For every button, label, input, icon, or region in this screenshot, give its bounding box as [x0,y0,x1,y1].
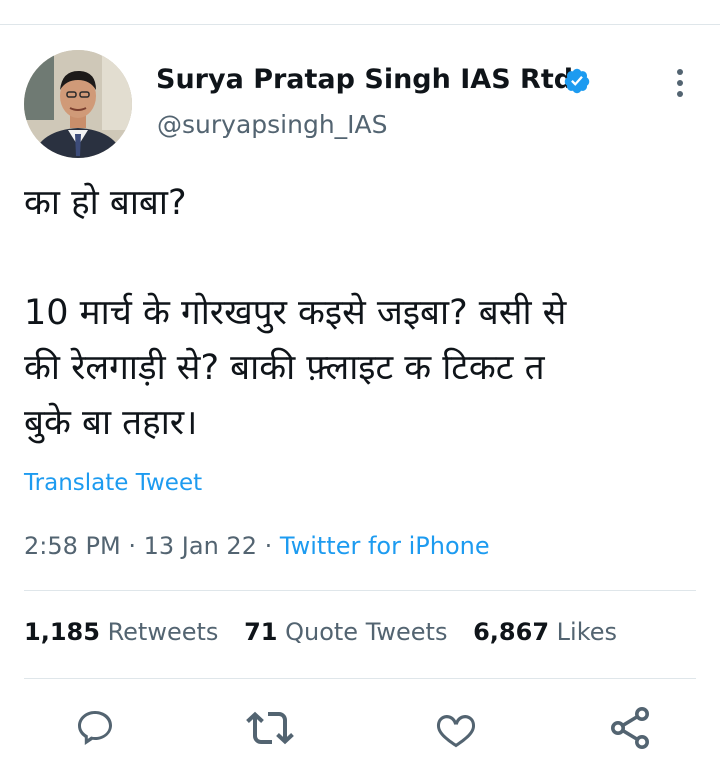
retweets-label: Retweets [107,618,219,646]
meta-separator: · [264,532,273,560]
tweet-text: का हो बाबा? 10 मार्च के गोरखपुर कइसे जइब… [24,176,704,451]
share-icon[interactable] [606,704,654,752]
reply-icon[interactable] [71,704,119,752]
meta-separator: · [128,532,136,560]
author-handle[interactable]: @suryapsingh_IAS [157,110,388,139]
author-name[interactable]: Surya Pratap Singh IAS Rtd. [156,64,583,95]
tweet-line: बुके बा तहार। [24,403,198,443]
like-icon[interactable] [432,704,480,752]
tweet-line: 10 मार्च के गोरखपुर कइसे जइबा? बसी से [24,293,567,333]
quote-tweets-stat[interactable]: 71 Quote Tweets [244,618,447,646]
tweet-source-link[interactable]: Twitter for iPhone [280,532,490,560]
quote-tweets-label: Quote Tweets [285,618,448,646]
retweets-count: 1,185 [24,618,100,646]
tweet-time[interactable]: 2:58 PM [24,532,121,560]
more-options-icon[interactable] [670,66,690,100]
tweet-line: की रेलगाड़ी से? बाकी फ़्लाइट क टिकट त [24,348,545,388]
tweet-line: का हो बाबा? [24,183,187,223]
retweets-stat[interactable]: 1,185 Retweets [24,618,218,646]
tweet-date[interactable]: 13 Jan 22 [144,532,257,560]
likes-stat[interactable]: 6,867 Likes [473,618,617,646]
top-divider [0,24,720,25]
avatar[interactable] [24,50,132,158]
tweet-stats: 1,185 Retweets 71 Quote Tweets 6,867 Lik… [24,618,635,646]
retweet-icon[interactable] [246,704,294,752]
avatar-photo [24,50,132,158]
quote-tweets-count: 71 [244,618,278,646]
verified-badge-icon [564,68,590,94]
divider [24,678,696,679]
likes-label: Likes [556,618,618,646]
likes-count: 6,867 [473,618,550,646]
tweet-meta: 2:58 PM · 13 Jan 22 · Twitter for iPhone [24,532,490,560]
translate-tweet-link[interactable]: Translate Tweet [24,470,202,496]
divider [24,590,696,591]
